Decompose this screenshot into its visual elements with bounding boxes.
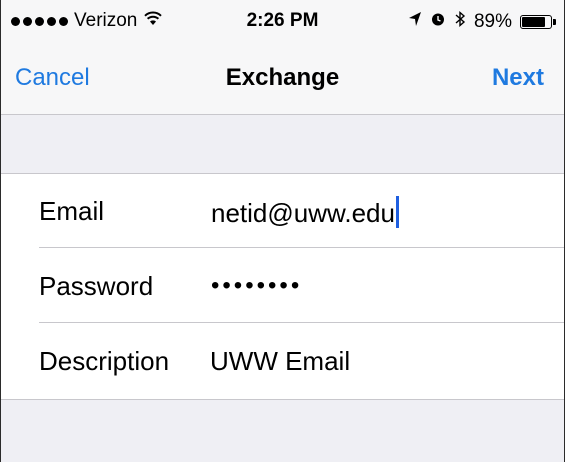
text-cursor <box>395 196 399 228</box>
description-label: Description <box>39 346 170 376</box>
status-right: 89% <box>408 10 556 34</box>
next-button[interactable]: Next <box>492 64 544 92</box>
password-label: Password <box>39 271 154 301</box>
password-row[interactable]: Password •••••••• <box>1 249 564 323</box>
email-row[interactable]: Email netid@uww.edu <box>1 174 564 248</box>
description-field[interactable]: UWW Email <box>210 346 350 377</box>
battery-tip <box>553 19 556 25</box>
battery-fill <box>522 17 546 27</box>
navigation-bar: Cancel Exchange Next <box>1 40 564 115</box>
email-field[interactable]: netid@uww.edu <box>211 196 399 229</box>
battery-percent: 89% <box>473 11 512 32</box>
row-separator <box>39 247 564 248</box>
battery-icon <box>520 15 556 29</box>
page-title: Exchange <box>225 64 340 91</box>
location-arrow-icon <box>408 11 422 33</box>
email-label: Email <box>39 196 105 226</box>
alarm-clock-icon <box>430 11 446 33</box>
account-form: Email netid@uww.edu Password •••••••• De… <box>1 173 564 400</box>
password-field[interactable]: •••••••• <box>211 272 302 300</box>
bluetooth-icon <box>454 10 466 34</box>
row-separator <box>39 322 564 323</box>
email-value: netid@uww.edu <box>211 198 395 228</box>
status-bar: Verizon 2:26 PM 89% <box>1 0 564 40</box>
screen-frame: Verizon 2:26 PM 89% Cancel Exchange Next… <box>0 0 565 462</box>
description-row[interactable]: Description UWW Email <box>1 324 564 398</box>
